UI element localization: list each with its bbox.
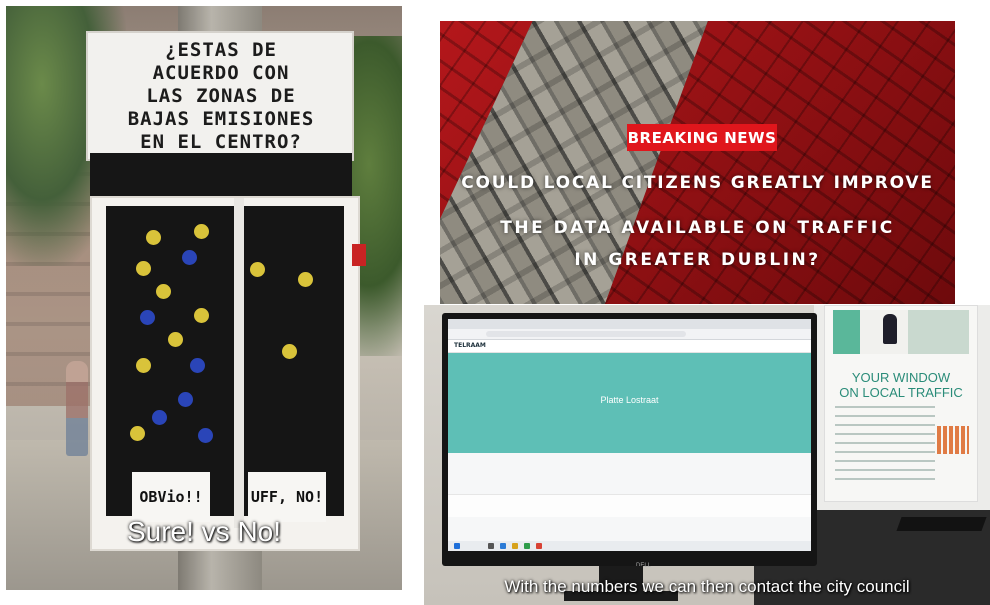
vote-dot [168,332,183,347]
vote-dot [152,410,167,425]
taskbar-icon [500,543,506,549]
headline-line-3: IN GREATER DUBLIN? [574,250,821,270]
poster-chart [937,426,969,454]
vote-dot [182,250,197,265]
board-divider [234,198,244,528]
yes-label: OBVio!! [132,472,210,522]
office-monitor-photo: YOUR WINDOW ON LOCAL TRAFFIC TELRAAM Pla… [424,305,990,605]
sign-black-bar [90,153,352,199]
vote-dot [130,426,145,441]
vote-dot [250,262,265,277]
site-logo: TELRAAM [454,342,486,349]
vote-dot [140,310,155,325]
taskbar-icon [512,543,518,549]
website-header: TELRAAM [448,340,811,353]
poster-title: YOUR WINDOW ON LOCAL TRAFFIC [839,370,963,400]
os-taskbar [448,541,811,551]
taskbar-icon [536,543,542,549]
video-subtitle: Sure! vs No! [126,516,282,547]
cat-icon [883,314,897,344]
street-poll-photo: ¿ESTAS DE ACUERDO CON LAS ZONAS DE BAJAS… [6,6,402,590]
vote-dot [156,284,171,299]
vote-dot [198,428,213,443]
browser-url-bar [448,329,811,340]
monitor: TELRAAM Platte Lostraat DELL [442,313,817,569]
poster-illustration [833,310,969,354]
monitor-screen: TELRAAM Platte Lostraat [448,319,811,551]
vote-dot [190,358,205,373]
headline-line-2: THE DATA AVAILABLE ON TRAFFIC [500,218,895,238]
red-tag [352,244,366,266]
street-name: Platte Lostraat [600,395,659,405]
poster-body-text [835,406,935,486]
poll-question-sign: ¿ESTAS DE ACUERDO CON LAS ZONAS DE BAJAS… [86,31,354,161]
wall-poster: YOUR WINDOW ON LOCAL TRAFFIC [824,305,978,502]
dot-voting-area: OBVio!! UFF, NO! [106,198,344,528]
vote-dot [136,358,151,373]
video-subtitle: With the numbers we can then contact the… [504,577,910,596]
vote-dot [178,392,193,407]
vote-dot [282,344,297,359]
taskbar-icon [488,543,494,549]
breaking-news-frame: BREAKING NEWS COULD LOCAL CITIZENS GREAT… [440,21,955,304]
poll-question-text: ¿ESTAS DE ACUERDO CON LAS ZONAS DE BAJAS… [127,39,315,153]
taskbar-icon [524,543,530,549]
website-stats-strip [448,494,811,517]
website-hero: Platte Lostraat [448,353,811,453]
address-field [486,331,686,337]
browser-tab-bar [448,319,811,329]
vote-dot [194,308,209,323]
start-icon [454,543,460,549]
headline-line-1: COULD LOCAL CITIZENS GREATLY IMPROVE [461,173,934,193]
vote-dot [136,261,151,276]
no-label: UFF, NO! [248,472,326,522]
poll-board: OBVio!! UFF, NO! [90,196,360,551]
vote-dot [298,272,313,287]
vote-dot [146,230,161,245]
pedestrian [66,361,88,456]
vote-dot [194,224,209,239]
breaking-news-banner: BREAKING NEWS [627,124,777,151]
keyboard [896,517,987,531]
